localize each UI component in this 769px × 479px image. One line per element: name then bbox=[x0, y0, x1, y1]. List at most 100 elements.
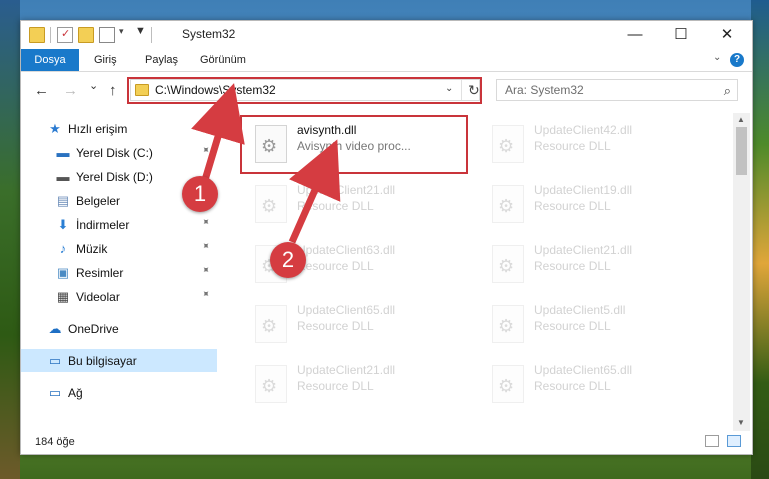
sidebar-item-this-pc[interactable]: ▭ Bu bilgisayar bbox=[21, 349, 217, 372]
scroll-up-icon[interactable]: ▲ bbox=[737, 115, 745, 124]
quick-access-dropdown-icon[interactable]: ▾ bbox=[119, 26, 124, 37]
recent-locations-button[interactable]: ⌄ bbox=[89, 79, 98, 92]
back-button[interactable]: ← bbox=[34, 82, 49, 99]
file-description: Resource DLL bbox=[534, 259, 611, 273]
window-title: System32 bbox=[182, 27, 236, 41]
folder-icon bbox=[29, 27, 45, 43]
gear-icon: ⚙ bbox=[498, 136, 515, 156]
sidebar-item-onedrive[interactable]: ☁ OneDrive bbox=[21, 317, 217, 340]
sidebar-item-music[interactable]: ♪ Müzik ✦ bbox=[21, 237, 217, 260]
file-description: Resource DLL bbox=[297, 199, 374, 213]
minimize-button[interactable]: — bbox=[612, 21, 658, 49]
sidebar-item-network[interactable]: ▭ Ağ bbox=[21, 381, 217, 404]
sidebar-item-pictures[interactable]: ▣ Resimler ✦ bbox=[21, 261, 217, 284]
address-bar-highlight bbox=[127, 77, 482, 104]
download-icon: ⬇ bbox=[57, 217, 69, 232]
file-description: Resource DLL bbox=[534, 319, 611, 333]
file-description: Resource DLL bbox=[297, 259, 374, 273]
file-name: UpdateClient21.dll bbox=[297, 183, 396, 197]
customize-icon[interactable] bbox=[99, 27, 115, 43]
close-button[interactable]: ✕ bbox=[704, 21, 750, 49]
sidebar-item-quick-access[interactable]: ★ Hızlı erişim bbox=[21, 117, 217, 140]
sidebar-item-label: OneDrive bbox=[68, 322, 119, 336]
file-item[interactable]: ⚙ UpdateClient21.dll Resource DLL bbox=[247, 357, 472, 411]
maximize-button[interactable]: ☐ bbox=[658, 21, 704, 49]
file-description: Resource DLL bbox=[297, 379, 374, 393]
scroll-down-icon[interactable]: ▼ bbox=[737, 418, 745, 427]
tab-view[interactable]: Görünüm bbox=[200, 49, 246, 71]
properties-icon[interactable]: ✓ bbox=[57, 27, 73, 43]
desktop-background-right bbox=[751, 0, 769, 479]
cloud-icon: ☁ bbox=[48, 321, 62, 336]
ribbon-expand-icon[interactable]: ⌄ bbox=[713, 52, 721, 63]
pin-icon[interactable]: ✦ bbox=[198, 144, 212, 158]
pin-icon[interactable]: ✦ bbox=[198, 264, 212, 278]
help-icon[interactable]: ? bbox=[730, 53, 744, 67]
details-view-icon[interactable] bbox=[705, 435, 719, 447]
forward-button[interactable]: → bbox=[63, 82, 78, 99]
navigation-pane: ★ Hızlı erişim ▬ Yerel Disk (C:) ✦ ▬ Yer… bbox=[21, 113, 217, 431]
file-item[interactable]: ⚙ UpdateClient21.dll Resource DLL bbox=[247, 177, 472, 231]
file-item[interactable]: ⚙ UpdateClient65.dll Resource DLL bbox=[484, 357, 709, 411]
status-bar: 184 öğe bbox=[21, 431, 752, 453]
drive-icon: ▬ bbox=[56, 169, 70, 184]
file-name: UpdateClient5.dll bbox=[534, 303, 626, 317]
dll-file-icon: ⚙ bbox=[492, 305, 524, 343]
chevron-down-icon[interactable]: ▼ bbox=[135, 25, 146, 37]
computer-icon: ▭ bbox=[48, 353, 62, 368]
file-name: UpdateClient21.dll bbox=[297, 363, 396, 377]
gear-icon: ⚙ bbox=[498, 196, 515, 216]
tab-home[interactable]: Giriş bbox=[94, 49, 117, 71]
dll-file-icon: ⚙ bbox=[492, 245, 524, 283]
search-icon[interactable]: ⌕ bbox=[724, 83, 731, 99]
sidebar-item-label: İndirmeler bbox=[76, 218, 130, 232]
sidebar-item-downloads[interactable]: ⬇ İndirmeler ✦ bbox=[21, 213, 217, 236]
scrollbar-thumb[interactable] bbox=[736, 127, 747, 175]
search-placeholder: Ara: System32 bbox=[505, 83, 584, 97]
sidebar-item-local-disk-c[interactable]: ▬ Yerel Disk (C:) ✦ bbox=[21, 141, 217, 164]
pin-icon[interactable]: ✦ bbox=[198, 216, 212, 230]
step-marker-2: 2 bbox=[270, 242, 306, 278]
desktop-background-left bbox=[0, 0, 20, 479]
sidebar-item-videos[interactable]: ▦ Videolar ✦ bbox=[21, 285, 217, 308]
title-bar: ✓ ▾ ▼ System32 — ☐ ✕ bbox=[21, 21, 752, 49]
gear-icon: ⚙ bbox=[261, 196, 278, 216]
file-name: UpdateClient21.dll bbox=[534, 243, 633, 257]
file-description: Resource DLL bbox=[534, 139, 611, 153]
pin-icon[interactable]: ✦ bbox=[198, 288, 212, 302]
file-item[interactable]: ⚙ UpdateClient5.dll Resource DLL bbox=[484, 297, 709, 351]
sidebar-item-label: Müzik bbox=[76, 242, 108, 256]
gear-icon: ⚙ bbox=[261, 376, 278, 396]
tab-share[interactable]: Paylaş bbox=[145, 49, 178, 71]
vertical-scrollbar[interactable]: ▲ ▼ bbox=[733, 113, 750, 431]
gear-icon: ⚙ bbox=[261, 316, 278, 336]
ribbon-tabs: Dosya Giriş Paylaş Görünüm ⌄ ? bbox=[21, 49, 752, 72]
separator bbox=[151, 27, 152, 43]
tab-file[interactable]: Dosya bbox=[21, 49, 79, 71]
sidebar-item-label: Ağ bbox=[68, 386, 83, 400]
sidebar-item-label: Resimler bbox=[76, 266, 124, 280]
sidebar-item-label: Belgeler bbox=[76, 194, 121, 208]
up-button[interactable]: ↑ bbox=[109, 82, 117, 99]
sidebar-item-label: Bu bilgisayar bbox=[68, 354, 137, 368]
file-description: Resource DLL bbox=[297, 319, 374, 333]
drive-icon: ▬ bbox=[56, 145, 70, 160]
documents-icon: ▤ bbox=[56, 193, 70, 208]
dll-file-icon: ⚙ bbox=[255, 305, 287, 343]
separator bbox=[50, 27, 51, 43]
file-item[interactable]: ⚙ UpdateClient65.dll Resource DLL bbox=[247, 297, 472, 351]
file-item[interactable]: ⚙ UpdateClient19.dll Resource DLL bbox=[484, 177, 709, 231]
dll-file-icon: ⚙ bbox=[255, 365, 287, 403]
search-input[interactable]: Ara: System32 ⌕ bbox=[496, 79, 738, 101]
pin-icon[interactable]: ✦ bbox=[198, 240, 212, 254]
new-folder-icon[interactable] bbox=[78, 27, 94, 43]
dll-file-icon: ⚙ bbox=[492, 125, 524, 163]
dll-file-icon: ⚙ bbox=[255, 185, 287, 223]
file-name: UpdateClient42.dll bbox=[534, 123, 633, 137]
file-item[interactable]: ⚙ UpdateClient21.dll Resource DLL bbox=[484, 237, 709, 291]
file-item[interactable]: ⚙ UpdateClient42.dll Resource DLL bbox=[484, 117, 709, 171]
step-marker-1: 1 bbox=[182, 176, 218, 212]
pictures-icon: ▣ bbox=[56, 265, 70, 280]
network-icon: ▭ bbox=[48, 385, 62, 400]
large-icons-view-icon[interactable] bbox=[727, 435, 741, 447]
